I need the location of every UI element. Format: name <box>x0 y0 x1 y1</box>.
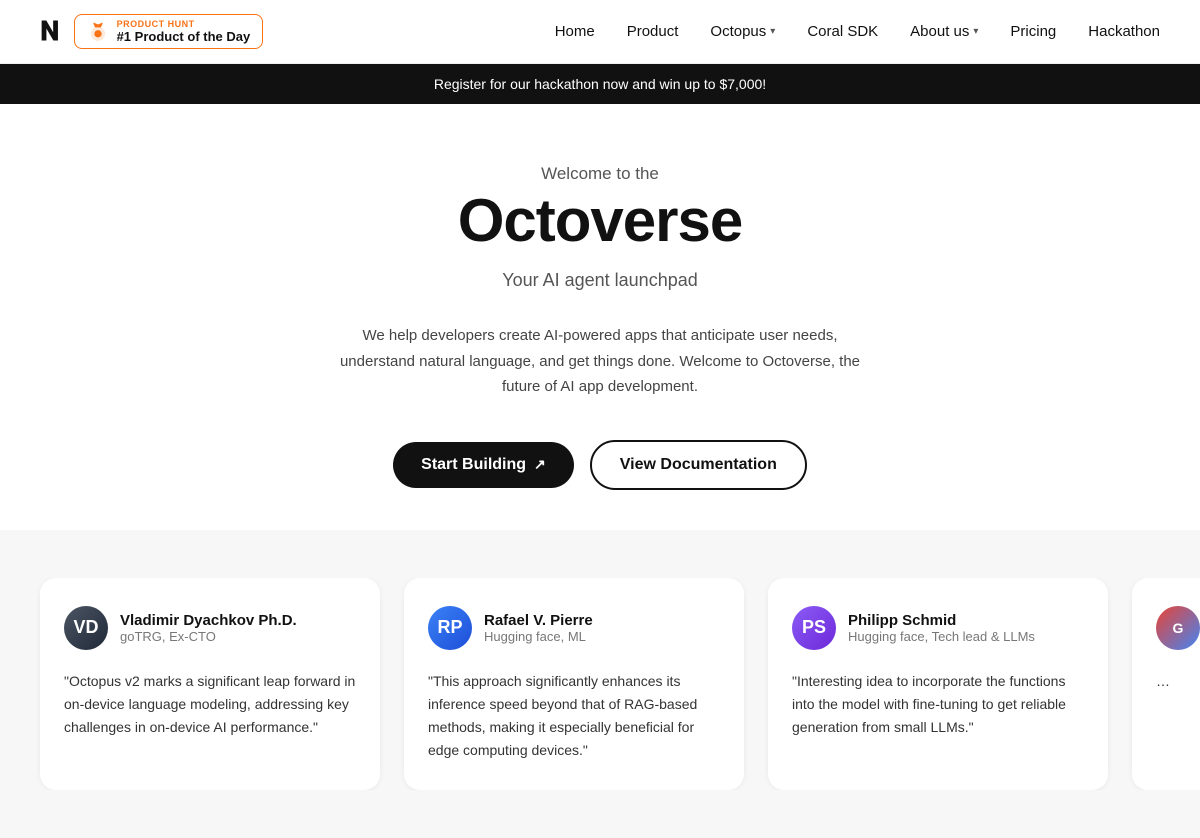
start-building-button[interactable]: Start Building ↗ <box>393 442 574 488</box>
testimonial-card-1: RP Rafael V. Pierre Hugging face, ML "Th… <box>404 578 744 790</box>
product-hunt-badge[interactable]: Product Hunt #1 Product of the Day <box>74 14 264 49</box>
testimonial-author-1: RP Rafael V. Pierre Hugging face, ML <box>428 606 720 650</box>
nav-item-about[interactable]: About us <box>910 23 978 40</box>
hero-subtitle: Welcome to the <box>541 164 659 184</box>
author-info-1: Rafael V. Pierre Hugging face, ML <box>484 612 593 644</box>
avatar-2: PS <box>792 606 836 650</box>
navbar-left: 𝐍 Product Hunt #1 Product of the Day <box>40 14 263 49</box>
nav-item-coral[interactable]: Coral SDK <box>807 23 878 41</box>
nav-links: Home Product Octopus Coral SDK About us … <box>555 23 1160 41</box>
avatar-3: G <box>1156 606 1200 650</box>
avatar-1: RP <box>428 606 472 650</box>
product-hunt-text: Product Hunt #1 Product of the Day <box>117 19 251 44</box>
nav-item-octopus[interactable]: Octopus <box>710 23 775 40</box>
testimonial-author-2: PS Philipp Schmid Hugging face, Tech lea… <box>792 606 1084 650</box>
avatar-0: VD <box>64 606 108 650</box>
hero-tagline: Your AI agent launchpad <box>502 270 698 291</box>
nav-item-product[interactable]: Product <box>627 23 679 41</box>
hero-title: Octoverse <box>458 188 743 254</box>
external-link-icon: ↗ <box>534 456 546 473</box>
partial-text: … <box>1156 670 1200 693</box>
testimonials-section: VD Vladimir Dyachkov Ph.D. goTRG, Ex-CTO… <box>0 530 1200 838</box>
medal-icon <box>87 21 109 43</box>
testimonial-card-2: PS Philipp Schmid Hugging face, Tech lea… <box>768 578 1108 790</box>
hackathon-banner[interactable]: Register for our hackathon now and win u… <box>0 64 1200 104</box>
testimonial-author-3: G <box>1156 606 1200 650</box>
testimonial-card-3: G … <box>1132 578 1200 790</box>
testimonial-author-0: VD Vladimir Dyachkov Ph.D. goTRG, Ex-CTO <box>64 606 356 650</box>
nav-item-home[interactable]: Home <box>555 23 595 41</box>
nav-item-hackathon[interactable]: Hackathon <box>1088 23 1160 41</box>
logo: 𝐍 <box>40 16 58 48</box>
author-info-2: Philipp Schmid Hugging face, Tech lead &… <box>848 612 1035 644</box>
navbar: 𝐍 Product Hunt #1 Product of the Day Hom… <box>0 0 1200 64</box>
testimonial-card-0: VD Vladimir Dyachkov Ph.D. goTRG, Ex-CTO… <box>40 578 380 790</box>
hero-section: Welcome to the Octoverse Your AI agent l… <box>0 104 1200 530</box>
author-info-0: Vladimir Dyachkov Ph.D. goTRG, Ex-CTO <box>120 612 297 644</box>
view-documentation-button[interactable]: View Documentation <box>590 440 807 490</box>
hero-buttons: Start Building ↗ View Documentation <box>393 440 807 490</box>
hero-description: We help developers create AI-powered app… <box>330 323 870 400</box>
testimonials-row: VD Vladimir Dyachkov Ph.D. goTRG, Ex-CTO… <box>0 578 1200 790</box>
nav-item-pricing[interactable]: Pricing <box>1010 23 1056 41</box>
